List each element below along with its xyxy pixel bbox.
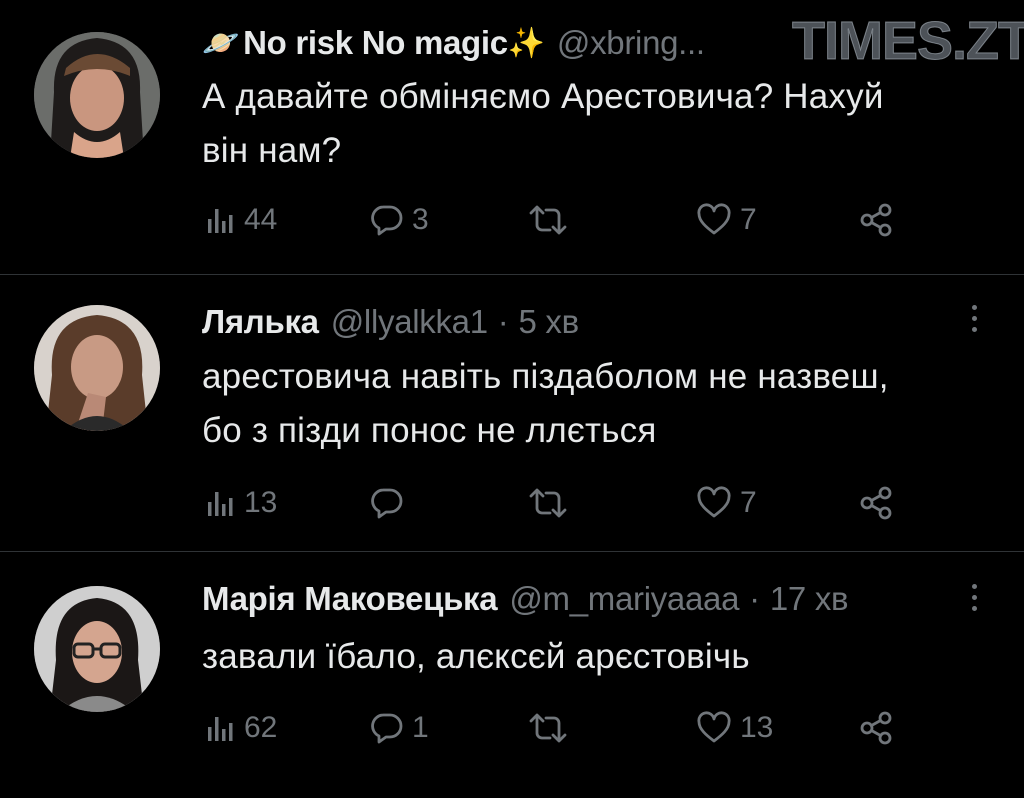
tweet[interactable]: Лялька @llyalkka1 · 5 хв арестовича наві… <box>0 275 1024 552</box>
avatar[interactable] <box>34 305 160 431</box>
author-name[interactable]: Марія Маковецька <box>202 580 498 618</box>
reply-count: 3 <box>412 203 429 236</box>
author-handle[interactable]: @llyalkka1 <box>331 303 488 341</box>
avatar[interactable] <box>34 32 160 158</box>
reply-button[interactable]: 1 <box>370 704 429 752</box>
author-handle[interactable]: @xbring... <box>557 24 705 62</box>
tweet-text: А давайте обміняємо Арестовича? Нахуй ві… <box>202 70 984 178</box>
tweet-text-line: завали їбало, алєксєй арєстовічь <box>202 637 750 676</box>
like-icon <box>697 711 731 743</box>
share-button[interactable] <box>858 196 894 244</box>
share-button[interactable] <box>858 704 894 752</box>
author-name[interactable]: No risk No magic <box>243 24 508 62</box>
avatar[interactable] <box>34 586 160 712</box>
times-zt-watermark-logo: TIMES.ZT <box>792 11 1024 72</box>
tweet-header: Лялька @llyalkka1 · 5 хв <box>202 299 984 345</box>
tweet-actions: 62 1 13 <box>202 704 922 752</box>
separator-dot: · <box>749 580 760 617</box>
reply-icon <box>371 488 403 519</box>
tweet-text: арестовича навіть піздаболом не назвеш, … <box>202 350 984 458</box>
tweet-text-line: А давайте обміняємо Арестовича? Нахуй <box>202 77 884 116</box>
reply-icon <box>371 713 403 744</box>
views-button[interactable]: 44 <box>206 196 277 244</box>
retweet-icon <box>529 488 567 518</box>
views-count: 62 <box>244 711 278 744</box>
reply-count: 1 <box>412 711 429 744</box>
share-icon <box>860 486 892 520</box>
tweet-actions: 44 3 7 <box>202 196 922 244</box>
views-count: 13 <box>244 486 278 519</box>
share-button[interactable] <box>858 479 894 527</box>
like-count: 7 <box>740 203 757 236</box>
reply-icon <box>371 205 403 236</box>
like-icon <box>697 486 731 518</box>
share-icon <box>860 711 892 745</box>
tweet-header: Марія Маковецька @m_mariyaaaa · 17 хв <box>202 576 984 622</box>
views-button[interactable]: 13 <box>206 479 277 527</box>
views-icon <box>208 209 233 233</box>
retweet-icon <box>529 713 567 743</box>
timestamp[interactable]: 17 хв <box>770 580 849 618</box>
reply-button[interactable] <box>370 479 412 527</box>
like-icon <box>697 203 731 235</box>
views-icon <box>208 717 233 741</box>
tweet-text-line: арестовича навіть піздаболом не назвеш, <box>202 357 889 396</box>
views-button[interactable]: 62 <box>206 704 277 752</box>
reply-button[interactable]: 3 <box>370 196 429 244</box>
retweet-button[interactable] <box>528 704 576 752</box>
tweet-text: завали їбало, алєксєй арєстовічь <box>202 630 984 684</box>
views-count: 44 <box>244 203 278 236</box>
like-button[interactable]: 13 <box>696 704 773 752</box>
author-name[interactable]: Лялька <box>202 303 319 341</box>
like-button[interactable]: 7 <box>696 196 757 244</box>
sparkles-emoji: ✨ <box>507 26 545 60</box>
like-count: 7 <box>740 486 757 519</box>
tweet[interactable]: Марія Маковецька @m_mariyaaaa · 17 хв за… <box>0 552 1024 798</box>
like-count: 13 <box>740 711 774 744</box>
tweet-text-line: він нам? <box>202 131 342 170</box>
planet-emoji: 🪐 <box>202 26 240 60</box>
retweet-button[interactable] <box>528 196 576 244</box>
author-handle[interactable]: @m_mariyaaaa <box>509 580 739 618</box>
like-button[interactable]: 7 <box>696 479 757 527</box>
views-icon <box>208 492 233 516</box>
tweet-text-line: бо з пізди понос не ллється <box>202 411 657 450</box>
more-icon[interactable] <box>972 305 980 332</box>
retweet-button[interactable] <box>528 479 576 527</box>
separator-dot: · <box>497 303 509 340</box>
retweet-icon <box>529 205 567 235</box>
share-icon <box>860 203 892 237</box>
tweet-actions: 13 7 <box>202 479 922 527</box>
timestamp[interactable]: 5 хв <box>519 303 580 341</box>
more-icon[interactable] <box>972 584 980 611</box>
